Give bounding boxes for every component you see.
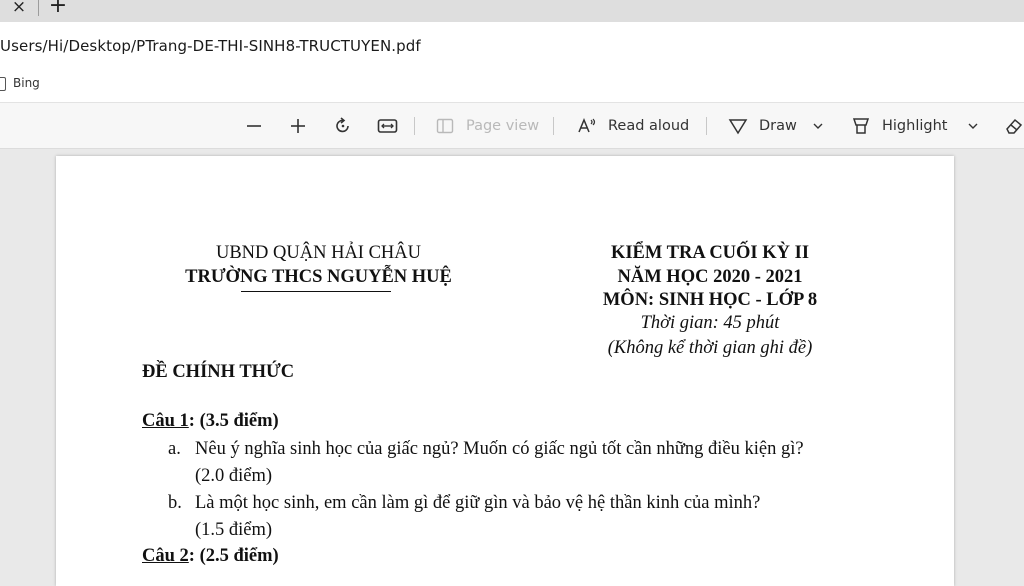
bookmark-icon (0, 77, 6, 91)
item-points: (2.0 điểm) (195, 466, 273, 486)
chevron-down-icon (813, 123, 823, 129)
question-heading: Câu 2: (2.5 điểm) (142, 546, 279, 567)
toolbar-divider (414, 117, 415, 135)
minus-icon (247, 124, 261, 127)
fit-width-icon (377, 118, 398, 133)
close-tab-icon[interactable]: × (8, 0, 30, 18)
favorite-item-bing[interactable]: Bing (13, 76, 40, 90)
page-view-label: Page view (466, 117, 540, 134)
read-aloud-label: Read aloud (608, 117, 690, 134)
tab-strip: × + (0, 0, 1024, 22)
school-year: NĂM HỌC 2020 - 2021 (617, 267, 803, 287)
new-tab-button[interactable]: + (46, 0, 70, 18)
highlight-options-button[interactable] (967, 103, 979, 148)
zoom-in-button[interactable] (289, 103, 309, 148)
read-aloud-icon (578, 117, 596, 132)
rotate-button[interactable] (333, 103, 353, 148)
item-text: Là một học sinh, em cần làm gì để giữ gì… (195, 493, 761, 513)
tab-divider (38, 0, 39, 16)
question-points: : (2.5 điểm) (188, 546, 279, 566)
time-limit: Thời gian: 45 phút (640, 313, 780, 333)
item-points: (1.5 điểm) (195, 520, 273, 540)
read-aloud-button[interactable]: Read aloud (577, 103, 689, 148)
highlight-label: Highlight (882, 117, 948, 134)
highlight-button[interactable]: Highlight (851, 103, 947, 148)
item-marker: a. (168, 439, 181, 459)
chevron-down-icon (968, 123, 978, 129)
question-number: Câu 1 (142, 411, 189, 431)
rotate-icon (336, 116, 349, 132)
draw-options-button[interactable] (812, 103, 824, 148)
pdf-page: UBND QUẬN HẢI CHÂU TRƯỜNG THCS NGUYỄN HU… (56, 156, 954, 586)
page-view-icon (436, 118, 454, 133)
eraser-icon (1006, 118, 1023, 134)
subject-line: MÔN: SINH HỌC - LỚP 8 (602, 290, 818, 310)
question-number: Câu 2 (142, 546, 189, 566)
address-bar: Users/Hi/Desktop/PTrang-DE-THI-SINH8-TRU… (0, 22, 1024, 66)
plus-icon (291, 118, 305, 133)
question-points: : (3.5 điểm) (188, 411, 279, 431)
page-view-button[interactable]: Page view (436, 103, 539, 148)
draw-icon (728, 118, 748, 134)
school-name-underline (241, 291, 391, 292)
toolbar-divider (553, 117, 554, 135)
draw-button[interactable]: Draw (728, 103, 797, 148)
official-label: ĐỀ CHÍNH THỨC (142, 362, 295, 382)
question-heading: Câu 1: (3.5 điểm) (142, 411, 279, 432)
item-marker: b. (168, 493, 182, 513)
favorites-bar: Bing (0, 66, 1024, 103)
exam-title: KIỂM TRA CUỐI KỲ II (610, 243, 810, 263)
time-note: (Không kể thời gian ghi đề) (607, 338, 813, 358)
zoom-out-button[interactable] (245, 103, 265, 148)
fit-to-width-button[interactable] (377, 103, 399, 148)
highlight-icon (852, 117, 870, 134)
district-name: UBND QUẬN HẢI CHÂU (215, 243, 422, 263)
draw-label: Draw (759, 117, 797, 134)
address-input[interactable]: Users/Hi/Desktop/PTrang-DE-THI-SINH8-TRU… (0, 37, 421, 55)
school-name: TRƯỜNG THCS NGUYỄN HUỆ (185, 267, 452, 287)
item-text: Nêu ý nghĩa sinh học của giấc ngủ? Muốn … (195, 439, 804, 459)
pdf-toolbar: Page view Read aloud Draw Highlight (0, 103, 1024, 149)
toolbar-divider (706, 117, 707, 135)
erase-button[interactable] (1004, 103, 1024, 148)
